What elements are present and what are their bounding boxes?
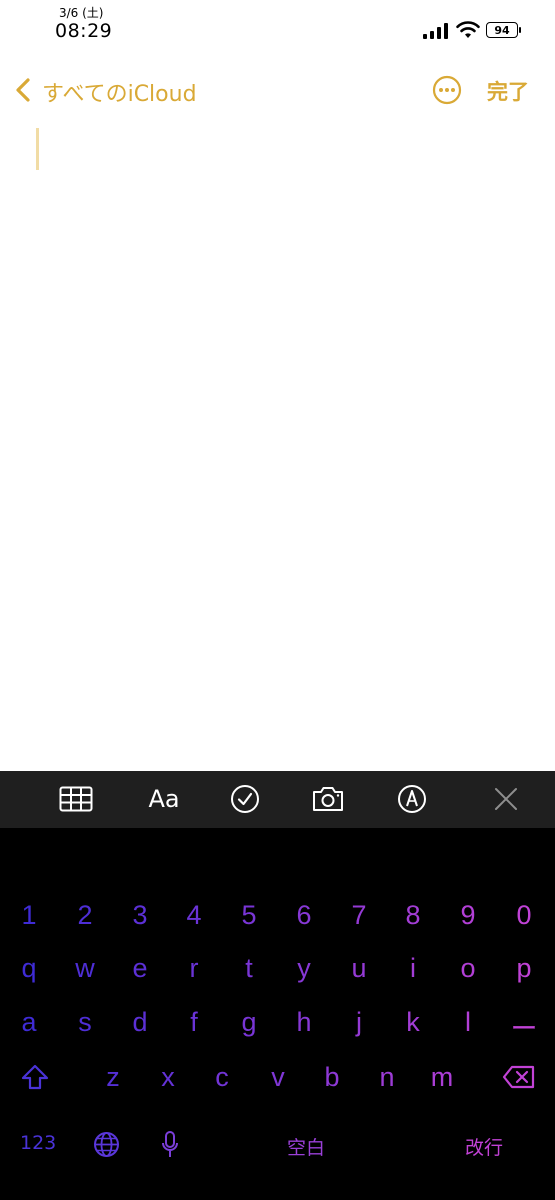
text-format-icon[interactable]: Aa bbox=[144, 784, 184, 814]
key-d[interactable]: d bbox=[120, 1007, 160, 1038]
format-toolbar: Aa bbox=[0, 771, 555, 828]
key-j[interactable]: j bbox=[339, 1007, 379, 1038]
key-w[interactable]: w bbox=[65, 953, 105, 984]
key-q[interactable]: q bbox=[9, 953, 49, 984]
key-e[interactable]: e bbox=[120, 953, 160, 984]
key-g[interactable]: g bbox=[229, 1007, 269, 1038]
text-cursor[interactable] bbox=[36, 128, 39, 170]
text-format-label: Aa bbox=[148, 785, 180, 813]
battery-icon: 94 bbox=[486, 22, 522, 40]
key-l[interactable]: l bbox=[448, 1007, 488, 1038]
battery-level: 94 bbox=[486, 22, 518, 38]
key-6[interactable]: 6 bbox=[284, 900, 324, 931]
key-b[interactable]: b bbox=[312, 1062, 352, 1093]
cellular-signal-icon bbox=[423, 23, 448, 39]
key-t[interactable]: t bbox=[229, 953, 269, 984]
shift-key-icon[interactable] bbox=[20, 1063, 50, 1091]
status-date: 3/6 (土) bbox=[59, 6, 104, 20]
key-u[interactable]: u bbox=[339, 953, 379, 984]
key-h[interactable]: h bbox=[284, 1007, 324, 1038]
key-5[interactable]: 5 bbox=[229, 900, 269, 931]
key-4[interactable]: 4 bbox=[174, 900, 214, 931]
globe-icon[interactable] bbox=[93, 1131, 120, 1158]
key-n[interactable]: n bbox=[367, 1062, 407, 1093]
key-x[interactable]: x bbox=[148, 1062, 188, 1093]
key-a[interactable]: a bbox=[9, 1007, 49, 1038]
key-2[interactable]: 2 bbox=[65, 900, 105, 931]
key-ー[interactable]: ー bbox=[504, 1007, 544, 1046]
key-0[interactable]: 0 bbox=[504, 900, 544, 931]
key-9[interactable]: 9 bbox=[448, 900, 488, 931]
table-icon[interactable] bbox=[59, 784, 93, 814]
camera-icon[interactable] bbox=[311, 784, 345, 814]
markup-icon[interactable] bbox=[395, 784, 429, 814]
key-8[interactable]: 8 bbox=[393, 900, 433, 931]
key-c[interactable]: c bbox=[202, 1062, 242, 1093]
key-k[interactable]: k bbox=[393, 1007, 433, 1038]
delete-key-icon[interactable] bbox=[502, 1065, 536, 1089]
key-z[interactable]: z bbox=[93, 1062, 133, 1093]
done-button[interactable]: 完了 bbox=[487, 76, 529, 106]
close-icon[interactable] bbox=[489, 784, 523, 814]
key-7[interactable]: 7 bbox=[339, 900, 379, 931]
microphone-icon[interactable] bbox=[160, 1130, 180, 1160]
return-key[interactable]: 改行 bbox=[465, 1133, 503, 1160]
key-o[interactable]: o bbox=[448, 953, 488, 984]
key-i[interactable]: i bbox=[393, 953, 433, 984]
key-r[interactable]: r bbox=[174, 953, 214, 984]
wifi-icon bbox=[456, 21, 480, 38]
numbers-key[interactable]: 123 bbox=[20, 1132, 56, 1154]
space-key[interactable]: 空白 bbox=[287, 1133, 325, 1160]
key-v[interactable]: v bbox=[258, 1062, 298, 1093]
status-time: 08:29 bbox=[55, 20, 113, 42]
chevron-left-icon[interactable] bbox=[14, 78, 34, 102]
key-s[interactable]: s bbox=[65, 1007, 105, 1038]
key-1[interactable]: 1 bbox=[9, 900, 49, 931]
key-f[interactable]: f bbox=[174, 1007, 214, 1038]
back-button[interactable]: すべてのiCloud bbox=[42, 76, 197, 108]
checklist-icon[interactable] bbox=[228, 784, 262, 814]
key-3[interactable]: 3 bbox=[120, 900, 160, 931]
keyboard: 1234567890 qwertyuiop asdfghjklー zxcvbnm… bbox=[0, 828, 555, 1200]
key-y[interactable]: y bbox=[284, 953, 324, 984]
key-m[interactable]: m bbox=[422, 1062, 462, 1093]
key-p[interactable]: p bbox=[504, 953, 544, 984]
more-options-icon[interactable] bbox=[432, 75, 462, 105]
